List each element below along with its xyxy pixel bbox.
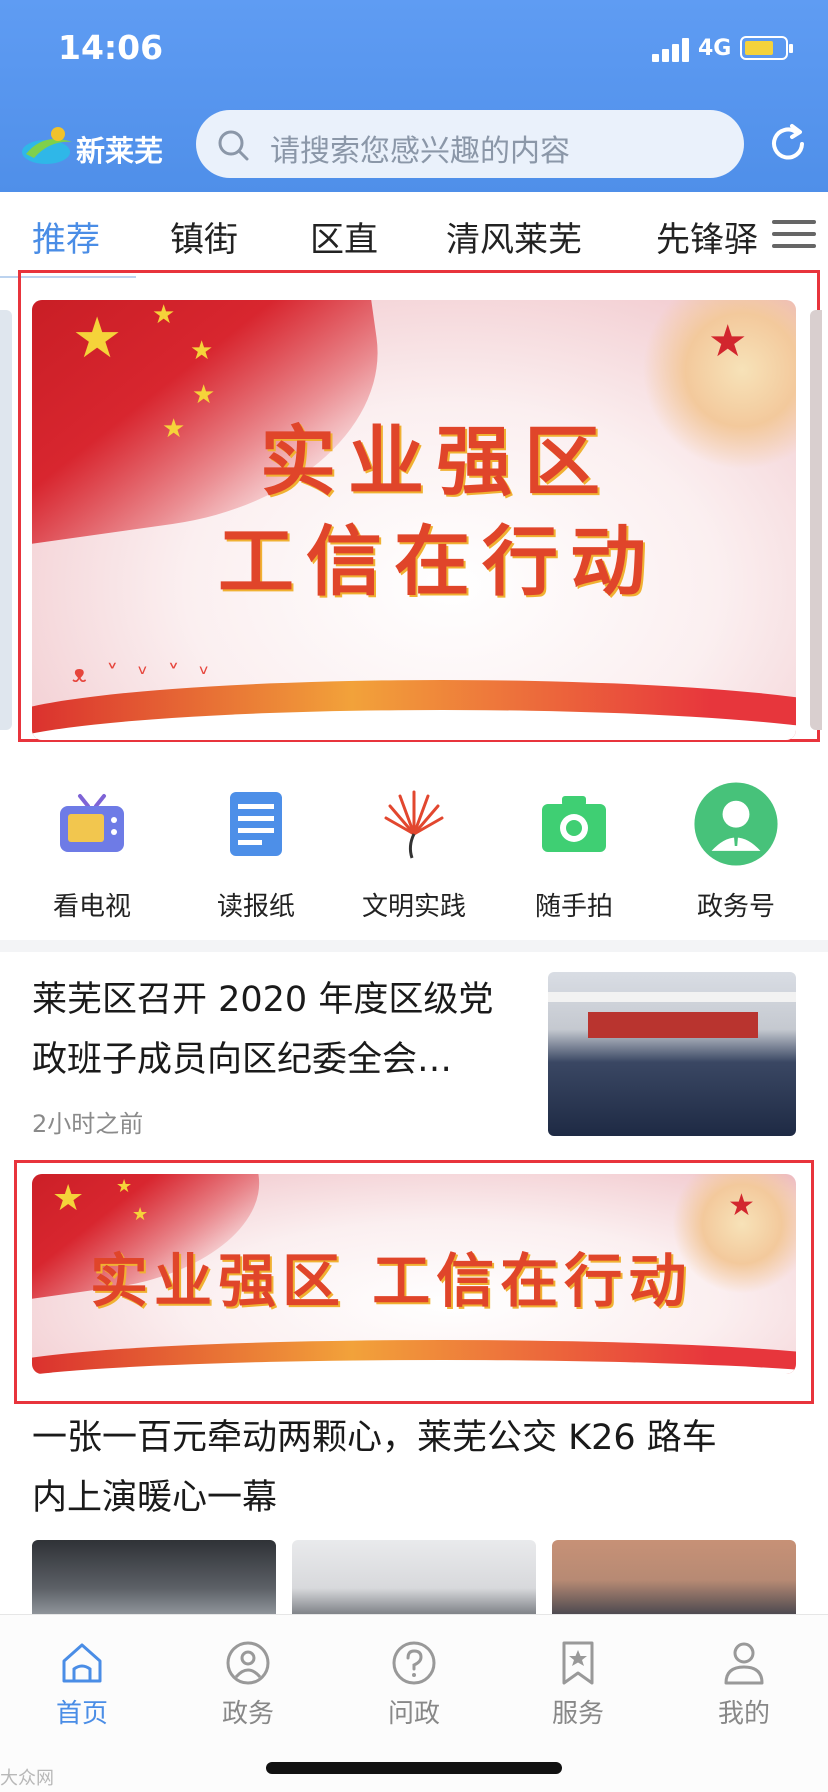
app-logo[interactable]: 新莱芜 bbox=[20, 116, 170, 172]
tab-qingfeng[interactable]: 清风莱芜 bbox=[446, 212, 582, 261]
ceiling-light-graphic bbox=[548, 992, 796, 1002]
news-item[interactable]: 莱芜区召开 2020 年度区级党 政班子成员向区纪委全会… 2小时之前 bbox=[0, 952, 828, 1140]
home-indicator[interactable] bbox=[266, 1762, 562, 1774]
ad-banner[interactable]: ★ ★ ★ ★ 实业强区 工信在行动 bbox=[32, 1174, 796, 1374]
camera-icon bbox=[542, 796, 606, 852]
main-banner[interactable]: ★ ★ ★ ★ ★ ★ 实业强区 工信在行动 ᴥ ˅ ᵛ ˅ ᵛ bbox=[32, 300, 796, 740]
nav-inquiry-label: 问政 bbox=[387, 1699, 440, 1729]
search-input[interactable]: 请搜索您感兴趣的内容 bbox=[196, 110, 744, 178]
banner-title-line1: 实业强区 bbox=[260, 417, 612, 506]
quick-civilization-label: 文明实践 bbox=[361, 892, 466, 922]
star-icon: ★ bbox=[152, 300, 176, 330]
news-title-line: 一张一百元牵动两颗心，莱芜公交 K26 路车 bbox=[32, 1418, 717, 1458]
tab-recommend[interactable]: 推荐 bbox=[32, 212, 100, 261]
battery-icon bbox=[740, 36, 793, 60]
tab-pioneer[interactable]: 先锋驿 bbox=[656, 212, 758, 261]
star-icon: ★ bbox=[190, 336, 214, 366]
nav-inquiry[interactable]: 问政 bbox=[354, 1629, 474, 1729]
tab-district[interactable]: 区直 bbox=[310, 212, 378, 261]
nav-government[interactable]: 政务 bbox=[188, 1629, 308, 1729]
quick-newspaper-label: 读报纸 bbox=[216, 892, 295, 922]
quick-official-label: 政务号 bbox=[696, 892, 775, 922]
star-icon: ★ bbox=[728, 1188, 755, 1223]
app-name: 新莱芜 bbox=[76, 134, 164, 168]
star-icon: ★ bbox=[72, 306, 123, 371]
quick-newspaper[interactable]: 读报纸 bbox=[176, 782, 336, 932]
tv-icon bbox=[60, 794, 124, 852]
banner-graphic bbox=[588, 1012, 758, 1038]
person-badge-icon bbox=[226, 1641, 270, 1685]
channel-tabs: 推荐 镇街 区直 清风莱芜 先锋驿 bbox=[0, 192, 828, 278]
watermark: 大众网 bbox=[0, 1768, 54, 1789]
user-icon bbox=[724, 1642, 764, 1685]
status-bar: 14:06 4G bbox=[0, 0, 828, 100]
nav-service[interactable]: 服务 bbox=[518, 1629, 638, 1729]
quick-tv[interactable]: 看电视 bbox=[12, 782, 172, 932]
news-item[interactable]: 一张一百元牵动两颗心，莱芜公交 K26 路车 内上演暖心一幕 bbox=[0, 1404, 828, 1620]
quick-tv-label: 看电视 bbox=[52, 892, 131, 922]
quick-links: 看电视 读报纸 文明实践 随手拍 政务号 bbox=[0, 760, 828, 950]
news-title-line: 政班子成员向区纪委全会… bbox=[32, 1040, 453, 1080]
news-title-line: 内上演暖心一幕 bbox=[32, 1478, 278, 1518]
news-photo-bus bbox=[32, 1540, 276, 1620]
prev-slide-peek bbox=[0, 310, 12, 730]
status-time: 14:06 bbox=[58, 28, 164, 67]
quick-snapshot[interactable]: 随手拍 bbox=[494, 782, 654, 932]
app-header: 14:06 4G 新莱芜 请搜索您感兴趣的内容 bbox=[0, 0, 828, 192]
star-icon: ★ bbox=[132, 1204, 149, 1225]
star-icon: ★ bbox=[162, 414, 186, 444]
network-type: 4G bbox=[698, 36, 732, 61]
menu-icon[interactable] bbox=[772, 218, 818, 252]
newspaper-icon bbox=[230, 792, 282, 856]
nav-mine-label: 我的 bbox=[717, 1699, 770, 1729]
fan-emblem-icon bbox=[384, 790, 444, 859]
refresh-icon[interactable] bbox=[766, 122, 810, 166]
nav-home[interactable]: 首页 bbox=[22, 1629, 142, 1729]
news-time: 2小时之前 bbox=[32, 1110, 144, 1138]
news-thumbnail bbox=[548, 972, 796, 1136]
star-icon: ★ bbox=[52, 1178, 85, 1219]
nav-mine[interactable]: 我的 bbox=[684, 1629, 804, 1729]
ad-banner-title: 实业强区 工信在行动 bbox=[90, 1247, 693, 1315]
news-photo-office bbox=[292, 1540, 536, 1620]
news-photo-outdoor bbox=[552, 1540, 796, 1620]
signal-icon bbox=[652, 38, 692, 62]
search-placeholder: 请搜索您感兴趣的内容 bbox=[270, 134, 570, 169]
quick-snapshot-label: 随手拍 bbox=[534, 892, 613, 922]
question-icon bbox=[392, 1641, 436, 1685]
banner-title-line2: 工信在行动 bbox=[218, 517, 658, 606]
nav-home-label: 首页 bbox=[55, 1699, 108, 1729]
bookmark-star-icon bbox=[562, 1641, 594, 1685]
star-icon: ★ bbox=[192, 380, 216, 410]
official-account-icon bbox=[694, 782, 778, 866]
home-icon bbox=[62, 1643, 102, 1683]
quick-official[interactable]: 政务号 bbox=[656, 782, 816, 932]
star-icon: ★ bbox=[116, 1176, 133, 1197]
tab-towns[interactable]: 镇街 bbox=[170, 212, 238, 261]
search-icon bbox=[218, 130, 249, 161]
nav-service-label: 服务 bbox=[551, 1699, 604, 1729]
quick-civilization[interactable]: 文明实践 bbox=[334, 782, 494, 932]
birds-graphic: ᴥ ˅ ᵛ ˅ ᵛ bbox=[72, 660, 216, 688]
section-divider bbox=[0, 940, 828, 952]
logo-mark-icon bbox=[22, 127, 72, 164]
next-slide-peek bbox=[810, 310, 822, 730]
star-icon: ★ bbox=[708, 316, 748, 367]
news-title-line: 莱芜区召开 2020 年度区级党 bbox=[32, 980, 494, 1020]
nav-government-label: 政务 bbox=[221, 1699, 274, 1729]
